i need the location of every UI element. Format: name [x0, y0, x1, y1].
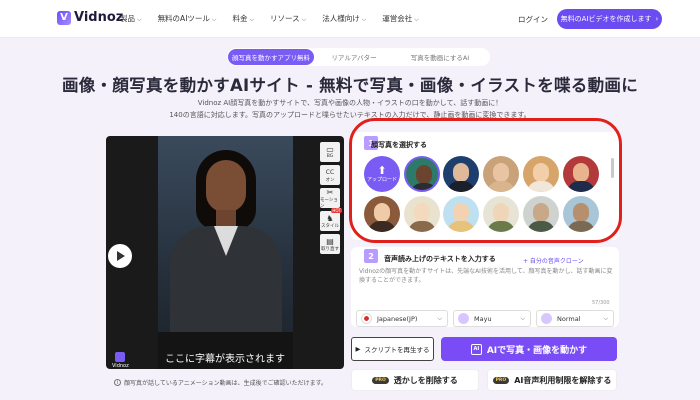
step2-title: 音声読み上げのテキストを入力する	[384, 255, 496, 263]
video-toolbar: ▭ BG CC オン ✂ モーション HOT ♞ スタイル ▤ 取り直す	[320, 142, 342, 254]
tool-label: BG	[326, 154, 334, 159]
tool-label: 取り直す	[321, 246, 339, 252]
chevron-down-icon: ⌵	[414, 16, 419, 23]
preview-note-text: 顔写真が話しているアニメーション動画は、生成後でご確認いただけます。	[124, 380, 327, 387]
play-icon: ▶	[355, 345, 361, 353]
remove-watermark-button[interactable]: PRO 透かしを削除する	[351, 369, 479, 391]
japan-flag-icon	[361, 313, 372, 324]
page-subtitle: Vidnoz AI顔写真を動かすサイトで、写真や画像の人物・イラストの口を動かし…	[197, 99, 503, 107]
voice-avatar-icon	[458, 313, 469, 324]
presenter-image	[158, 136, 293, 369]
tab-photo-to-video[interactable]: 写真を動画にするAI	[394, 49, 486, 65]
motion-icon: ✂	[326, 187, 334, 197]
chevron-down-icon: ⌵	[211, 16, 217, 23]
preview-note: i 顔写真が話しているアニメーション動画は、生成後でご確認いただけます。	[114, 378, 327, 387]
language-value: Japanese(JP)	[377, 314, 418, 323]
top-navbar: V Vidnoz 製品 ⌵ 無料のAIツール ⌵ 料金 ⌵ リソース ⌵ 法人様向け ⌵ …	[0, 0, 700, 38]
mode-tabs: 顔写真を動かすアプリ無料 リアルアバター 写真を動画にするAI	[227, 48, 490, 66]
chevron-down-icon: ⌵	[437, 314, 442, 322]
video-preview[interactable]: ここに字幕が表示されます Vidnoz	[106, 136, 344, 369]
motion-tool-button[interactable]: ✂ モーション	[320, 187, 340, 209]
tab-photo-animate[interactable]: 顔写真を動かすアプリ無料	[228, 49, 314, 65]
captions-toggle-button[interactable]: CC オン	[320, 165, 340, 185]
play-button[interactable]	[108, 244, 132, 268]
style-icon: ♞	[326, 213, 334, 223]
chevron-down-icon: ⌵	[137, 16, 142, 23]
hot-badge: HOT	[331, 208, 342, 213]
menu-item-pricing[interactable]: 料金 ⌵	[232, 13, 254, 24]
login-link[interactable]: ログイン	[518, 14, 548, 25]
chevron-down-icon: ⌵	[520, 314, 525, 322]
animate-photo-label: AIで写真・画像を動かす	[486, 345, 588, 356]
watermark-text: Vidnoz	[112, 363, 129, 369]
logo-mark-icon: V	[57, 10, 71, 25]
voice-select[interactable]: Mayu ⌵	[453, 310, 531, 327]
menu-item-business[interactable]: 法人様向け ⌵	[322, 13, 366, 24]
page-title: 画像・顔写真を動かすAIサイト - 無料で写真・画像・イラストを喋る動画に	[61, 76, 638, 95]
speed-value: Normal	[557, 314, 581, 323]
background-icon: ▭	[326, 145, 334, 154]
retake-icon: ▤	[326, 236, 334, 246]
retake-tool-button[interactable]: ▤ 取り直す	[320, 234, 340, 254]
arrow-right-icon: ›	[655, 15, 659, 23]
chevron-down-icon: ⌵	[249, 16, 255, 23]
unlimit-voice-label: AI音声利用制限を解除する	[514, 375, 612, 385]
voice-clone-link[interactable]: + 自分の音声クローン	[523, 256, 584, 265]
menu-item-products[interactable]: 製品 ⌵	[120, 13, 142, 24]
play-icon	[117, 251, 125, 261]
chevron-down-icon: ⌵	[603, 314, 608, 322]
voice-value: Mayu	[474, 314, 492, 323]
tool-label: モーション	[320, 197, 338, 209]
watermark-icon	[115, 352, 126, 362]
create-video-label: 無料のAIビデオを作成します	[560, 15, 652, 23]
unlimit-voice-button[interactable]: PRO AI音声利用制限を解除する	[487, 369, 617, 391]
pro-badge: PRO	[492, 376, 510, 384]
main-menu: 製品 ⌵ 無料のAIツール ⌵ 料金 ⌵ リソース ⌵ 法人様向け ⌵ 運営会社 ⌵	[120, 13, 435, 24]
closed-caption-icon: CC	[325, 168, 335, 176]
menu-item-resources[interactable]: リソース ⌵	[270, 13, 306, 24]
script-textarea[interactable]: Vidnozの顔写真を動かすサイトは、先端なAI技術を活用して、顔写真を動かし、…	[359, 267, 613, 285]
background-tool-button[interactable]: ▭ BG	[320, 142, 340, 162]
tool-label: オン	[325, 177, 335, 183]
language-select[interactable]: Japanese(JP) ⌵	[356, 310, 448, 327]
pro-badge: PRO	[372, 376, 389, 384]
tab-real-avatar[interactable]: リアルアバター	[314, 49, 394, 65]
chevron-down-icon: ⌵	[361, 16, 367, 23]
animate-photo-button[interactable]: AI AIで写真・画像を動かす	[441, 337, 617, 361]
speed-icon	[541, 313, 552, 324]
char-count: 57/300	[592, 300, 610, 306]
brand-logo[interactable]: V Vidnoz	[57, 10, 123, 25]
tool-label: スタイル	[321, 223, 339, 229]
video-watermark-logo: Vidnoz	[112, 352, 129, 369]
subtitle-caption: ここに字幕が表示されます	[165, 354, 285, 365]
play-script-button[interactable]: ▶ スクリプトを再生する	[351, 337, 434, 361]
play-script-label: スクリプトを再生する	[364, 346, 430, 354]
info-icon: i	[114, 379, 121, 386]
step-number-2: 2	[364, 249, 378, 263]
style-tool-button[interactable]: HOT ♞ スタイル	[320, 208, 342, 231]
chevron-down-icon: ⌵	[301, 16, 307, 23]
menu-item-free-ai-tools[interactable]: 無料のAIツール ⌵	[158, 13, 217, 24]
create-video-button[interactable]: 無料のAIビデオを作成します ›	[557, 9, 662, 29]
highlight-ring	[349, 118, 622, 243]
brand-name: Vidnoz	[74, 10, 124, 25]
remove-watermark-label: 透かしを削除する	[393, 375, 458, 385]
presenter-face	[206, 160, 246, 212]
speed-select[interactable]: Normal ⌵	[536, 310, 614, 327]
menu-item-company[interactable]: 運営会社 ⌵	[382, 13, 419, 24]
ai-icon: AI	[470, 343, 482, 355]
